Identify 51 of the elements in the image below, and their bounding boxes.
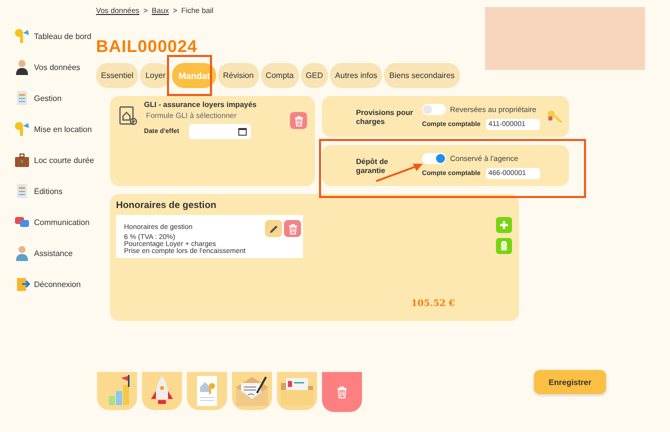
sidebar-item[interactable]: Loc courte durée <box>0 150 96 170</box>
page-title: BAIL000024 <box>96 37 198 57</box>
trash-icon <box>286 222 298 234</box>
sidebar-item[interactable]: Communication <box>0 212 96 232</box>
key-icon <box>14 121 30 137</box>
pencil-icon <box>268 222 280 234</box>
tab[interactable]: Essentiel <box>96 63 138 88</box>
signature-shortcut[interactable] <box>232 372 272 410</box>
toggle-switch[interactable] <box>422 152 446 164</box>
sidebar-item[interactable]: Déconnexion <box>0 274 96 294</box>
add-button[interactable] <box>496 217 512 233</box>
trash-icon <box>292 114 304 126</box>
door-icon <box>14 276 30 292</box>
sidebar-item[interactable]: Assistance <box>0 243 96 263</box>
sidebar-item[interactable]: Tableau de bord <box>0 26 96 46</box>
tab[interactable]: Biens secondaires <box>384 63 460 88</box>
toggle-switch[interactable] <box>422 104 446 114</box>
delete-shortcut[interactable] <box>322 372 362 412</box>
tab[interactable]: Compta <box>260 63 299 88</box>
copy-button[interactable] <box>496 238 512 254</box>
billing-shortcut[interactable] <box>277 372 317 410</box>
sidebar-item[interactable]: Vos données <box>0 57 96 77</box>
document-icon <box>14 183 30 199</box>
tab[interactable]: Loyer <box>140 63 170 88</box>
person-icon <box>14 59 30 75</box>
tab[interactable]: Autres infos <box>330 63 382 88</box>
key-icon <box>14 28 30 44</box>
highlight-frame <box>167 55 212 96</box>
section-title: Honoraires de gestion <box>116 200 218 211</box>
suitcase-icon <box>14 152 30 168</box>
launch-shortcut[interactable] <box>142 372 182 410</box>
sidebar-item[interactable]: Mise en location <box>0 119 96 139</box>
fees-total: 105.52 € <box>411 299 455 309</box>
progress-shortcut[interactable] <box>97 372 137 410</box>
house-document-icon <box>118 106 138 126</box>
save-button[interactable]: Enregistrer <box>534 370 606 394</box>
tab[interactable]: GED <box>300 63 328 88</box>
tab[interactable]: Révision <box>218 63 259 88</box>
trash-icon <box>335 385 349 399</box>
sidebar-item[interactable]: Gestion <box>0 88 96 108</box>
person-icon <box>14 245 30 261</box>
document-icon <box>14 90 30 106</box>
delete-button[interactable] <box>290 112 307 129</box>
chat-icon <box>14 214 30 230</box>
calendar-icon <box>238 127 248 136</box>
copy-icon <box>498 240 510 252</box>
lease-document-shortcut[interactable] <box>187 372 227 410</box>
edit-button[interactable] <box>265 220 282 237</box>
date-field[interactable] <box>189 124 252 139</box>
sidebar-item[interactable]: Éditions <box>0 181 96 201</box>
plus-icon <box>498 219 510 231</box>
